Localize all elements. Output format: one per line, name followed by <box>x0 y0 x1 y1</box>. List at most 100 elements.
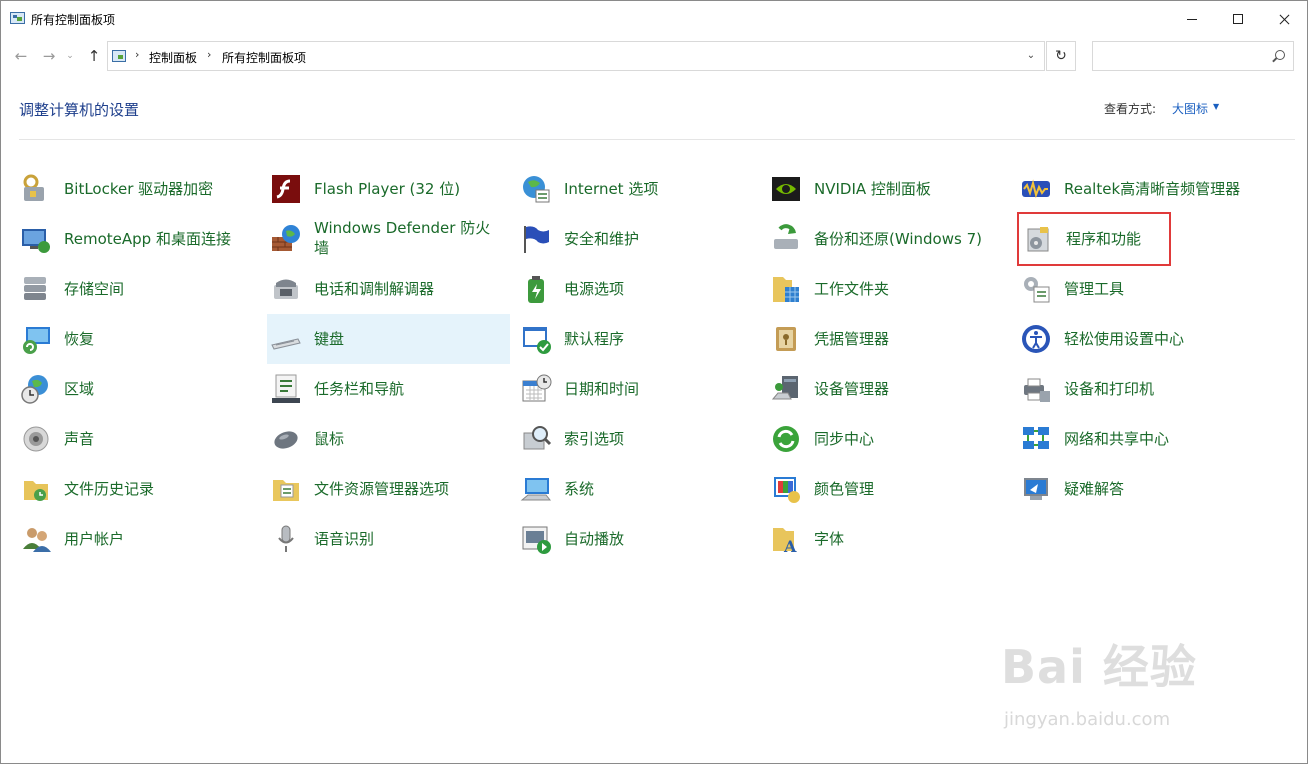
item-label: 日期和时间 <box>564 380 640 398</box>
item-devices-printers[interactable]: 设备和打印机 <box>1017 364 1260 414</box>
item-label: 鼠标 <box>314 430 345 448</box>
item-network-sharing[interactable]: 网络和共享中心 <box>1017 414 1260 464</box>
recent-locations-chevron-icon[interactable]: ⌄ <box>63 45 77 67</box>
item-power-options[interactable]: 电源选项 <box>517 264 760 314</box>
item-autoplay[interactable]: 自动播放 <box>517 514 760 564</box>
item-sync-center[interactable]: 同步中心 <box>767 414 1010 464</box>
search-input[interactable] <box>1099 47 1263 67</box>
microphone-icon <box>278 525 294 552</box>
item-user-accounts[interactable]: 用户帐户 <box>17 514 260 564</box>
item-mouse[interactable]: 鼠标 <box>267 414 510 464</box>
item-backup-restore[interactable]: 备份和还原(Windows 7) <box>767 214 1010 264</box>
troubleshoot-icon <box>1024 478 1048 500</box>
item-label: 语音识别 <box>314 530 375 548</box>
item-label: BitLocker 驱动器加密 <box>64 180 214 198</box>
item-label: 恢复 <box>64 330 95 348</box>
item-ease-of-access[interactable]: 轻松使用设置中心 <box>1017 314 1260 364</box>
item-nvidia[interactable]: NVIDIA 控制面板 <box>767 164 1010 214</box>
item-fonts[interactable]: A 字体 <box>767 514 1010 564</box>
item-label: 颜色管理 <box>814 480 875 498</box>
up-arrow-icon[interactable]: ↑ <box>83 45 105 67</box>
item-label: 同步中心 <box>814 430 875 448</box>
search-box[interactable] <box>1092 41 1294 71</box>
item-label: 设备管理器 <box>814 380 890 398</box>
item-color-management[interactable]: 颜色管理 <box>767 464 1010 514</box>
divider <box>19 139 1295 140</box>
item-taskbar[interactable]: 任务栏和导航 <box>267 364 510 414</box>
item-sound[interactable]: 声音 <box>17 414 260 464</box>
item-label: 电源选项 <box>564 280 625 298</box>
item-remoteapp[interactable]: RemoteApp 和桌面连接 <box>17 214 260 264</box>
remoteapp-icon <box>22 229 50 253</box>
item-credential-manager[interactable]: 凭据管理器 <box>767 314 1010 364</box>
forward-arrow-icon[interactable]: → <box>38 45 60 67</box>
item-security-maintenance[interactable]: 安全和维护 <box>517 214 760 264</box>
item-realtek[interactable]: Realtek高清晰音频管理器 <box>1017 164 1260 214</box>
close-button[interactable] <box>1261 1 1307 37</box>
item-indexing[interactable]: 索引选项 <box>517 414 760 464</box>
item-file-history[interactable]: 文件历史记录 <box>17 464 260 514</box>
chevron-down-icon[interactable]: ▼ <box>1213 102 1219 111</box>
item-label: 电话和调制解调器 <box>314 280 435 298</box>
item-flash-player[interactable]: Flash Player (32 位) <box>267 164 510 214</box>
item-device-manager[interactable]: 设备管理器 <box>767 364 1010 414</box>
item-label: 声音 <box>64 430 95 448</box>
baidu-watermark: Bai 经验 <box>1001 631 1197 697</box>
svg-text:A: A <box>783 537 797 555</box>
item-troubleshooting[interactable]: 疑难解答 <box>1017 464 1260 514</box>
item-internet-options[interactable]: Internet 选项 <box>517 164 760 214</box>
item-label: 键盘 <box>314 330 345 348</box>
breadcrumb-chevron-icon[interactable]: › <box>207 48 211 61</box>
item-system[interactable]: 系统 <box>517 464 760 514</box>
ease-of-access-icon <box>1022 325 1050 353</box>
item-storage-spaces[interactable]: 存储空间 <box>17 264 260 314</box>
maximize-button[interactable] <box>1215 1 1261 37</box>
region-icon <box>21 375 48 404</box>
item-date-time[interactable]: 日期和时间 <box>517 364 760 414</box>
item-label: 字体 <box>814 530 845 548</box>
breadcrumb-chevron-icon[interactable]: › <box>135 48 139 61</box>
sync-icon <box>773 426 799 452</box>
default-programs-icon <box>523 327 551 354</box>
page-title: 调整计算机的设置 <box>19 101 140 119</box>
view-by-dropdown[interactable]: 大图标 <box>1172 100 1208 117</box>
admin-tools-icon <box>1024 277 1050 303</box>
nvidia-icon <box>772 177 800 201</box>
system-icon <box>520 478 552 501</box>
item-folder-options[interactable]: 文件资源管理器选项 <box>267 464 510 514</box>
keyboard-icon <box>271 338 301 350</box>
address-dropdown-icon[interactable]: ⌄ <box>1021 41 1041 71</box>
item-bitlocker[interactable]: BitLocker 驱动器加密 <box>17 164 260 214</box>
refresh-button[interactable]: ↻ <box>1046 41 1076 71</box>
item-label: 用户帐户 <box>64 530 125 548</box>
back-arrow-icon[interactable]: ← <box>10 45 32 67</box>
item-label: NVIDIA 控制面板 <box>814 180 931 198</box>
item-label: 文件资源管理器选项 <box>314 480 450 498</box>
item-default-programs[interactable]: 默认程序 <box>517 314 760 364</box>
item-label: 默认程序 <box>564 330 625 348</box>
item-label: Windows Defender 防火墙 <box>314 219 491 257</box>
item-label: 文件历史记录 <box>64 480 155 498</box>
bitlocker-icon <box>23 174 44 201</box>
date-time-icon <box>522 374 552 402</box>
item-keyboard[interactable]: 键盘 <box>267 314 510 364</box>
watermark-text: Bai 经验 <box>1001 640 1197 694</box>
item-work-folders[interactable]: 工作文件夹 <box>767 264 1010 314</box>
taskbar-icon <box>272 374 300 403</box>
search-icon[interactable] <box>1275 50 1285 60</box>
item-admin-tools[interactable]: 管理工具 <box>1017 264 1260 314</box>
item-label: 设备和打印机 <box>1064 380 1155 398</box>
minimize-button[interactable] <box>1169 1 1215 37</box>
title-bar: 所有控制面板项 <box>1 1 1307 37</box>
item-programs-features[interactable]: 程序和功能 <box>1017 212 1171 266</box>
item-speech[interactable]: 语音识别 <box>267 514 510 564</box>
item-recovery[interactable]: 恢复 <box>17 314 260 364</box>
item-label: 轻松使用设置中心 <box>1064 330 1185 348</box>
item-firewall[interactable]: Windows Defender 防火墙 <box>267 214 510 264</box>
breadcrumb-control-panel[interactable]: 控制面板 <box>149 49 197 66</box>
address-bar[interactable]: › 控制面板 › 所有控制面板项 <box>107 41 1045 71</box>
item-phone-modem[interactable]: 电话和调制解调器 <box>267 264 510 314</box>
fonts-icon: A <box>773 528 797 555</box>
item-region[interactable]: 区域 <box>17 364 260 414</box>
breadcrumb-all-items[interactable]: 所有控制面板项 <box>222 49 306 66</box>
